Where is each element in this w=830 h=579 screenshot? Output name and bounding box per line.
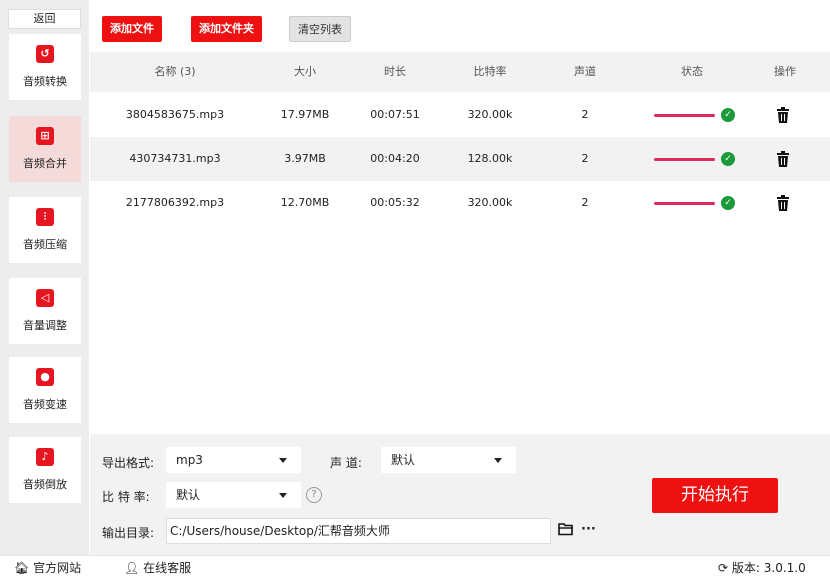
file-size: 3.97MB bbox=[284, 152, 326, 165]
chevron-down-icon bbox=[494, 458, 502, 463]
volume-icon: ◁ bbox=[36, 289, 54, 307]
file-name: 430734731.mp3 bbox=[129, 152, 221, 165]
table-row[interactable]: 430734731.mp3 3.97MB 00:04:20 128.00k 2 … bbox=[90, 137, 830, 181]
file-duration: 00:05:32 bbox=[370, 196, 420, 209]
add-file-button[interactable]: 添加文件 bbox=[102, 16, 162, 42]
sidebar-item-label: 音量调整 bbox=[23, 319, 67, 332]
version-label: 版本: 3.0.1.0 bbox=[731, 561, 806, 575]
file-channels: 2 bbox=[581, 196, 589, 209]
file-duration: 00:07:51 bbox=[370, 108, 420, 121]
sidebar-item-label: 音频转换 bbox=[23, 75, 67, 88]
channel-value: 默认 bbox=[391, 453, 416, 467]
file-channels: 2 bbox=[581, 108, 589, 121]
trash-icon[interactable] bbox=[776, 151, 790, 167]
chevron-down-icon bbox=[279, 458, 287, 463]
support-link[interactable]: 👤︎ 在线客服 bbox=[124, 559, 191, 576]
footer: 🏠︎ 官方网站 👤︎ 在线客服 ⟳ 版本: 3.0.1.0 bbox=[0, 555, 830, 579]
bitrate-label: 比 特 率: bbox=[102, 490, 150, 504]
audio-merge-icon: ⊞ bbox=[36, 127, 54, 145]
table-row[interactable]: 3804583675.mp3 17.97MB 00:07:51 320.00k … bbox=[90, 93, 830, 137]
sidebar-item-label: 音频压缩 bbox=[23, 238, 67, 251]
check-circle-icon: ✓ bbox=[721, 196, 735, 210]
file-name: 3804583675.mp3 bbox=[125, 108, 225, 121]
column-header-channels[interactable]: 声道 bbox=[560, 52, 610, 92]
column-header-name[interactable]: 名称 (3) bbox=[120, 52, 230, 92]
audio-convert-icon: ↺ bbox=[36, 45, 54, 63]
sidebar-item-audio-convert[interactable]: ↺ 音频转换 bbox=[9, 34, 81, 100]
more-icon[interactable]: ··· bbox=[581, 522, 596, 537]
trash-icon[interactable] bbox=[776, 195, 790, 211]
output-label: 输出目录: bbox=[102, 526, 155, 540]
file-channels: 2 bbox=[581, 152, 589, 165]
website-label: 官方网站 bbox=[33, 561, 82, 575]
sidebar-item-label: 音频变速 bbox=[23, 398, 67, 411]
check-circle-icon: ✓ bbox=[721, 152, 735, 166]
sidebar-item-label: 音频合并 bbox=[23, 157, 67, 170]
bitrate-value: 默认 bbox=[176, 488, 201, 502]
sidebar-item-audio-merge[interactable]: ⊞ 音频合并 bbox=[9, 116, 81, 182]
home-icon: 🏠︎ bbox=[14, 561, 30, 575]
clear-list-button[interactable]: 清空列表 bbox=[289, 16, 351, 42]
progress-bar bbox=[654, 114, 715, 117]
back-button[interactable]: 返回 bbox=[8, 9, 81, 29]
audio-compress-icon: ⫶ bbox=[36, 208, 54, 226]
format-label: 导出格式: bbox=[102, 456, 155, 470]
version-info: ⟳ 版本: 3.0.1.0 bbox=[718, 559, 806, 576]
file-bitrate: 320.00k bbox=[467, 196, 513, 209]
file-size: 17.97MB bbox=[280, 108, 330, 121]
format-value: mp3 bbox=[176, 453, 203, 467]
refresh-icon: ⟳ bbox=[718, 561, 729, 575]
user-icon: 👤︎ bbox=[124, 561, 140, 575]
column-header-bitrate[interactable]: 比特率 bbox=[455, 52, 525, 92]
sidebar-item-audio-compress[interactable]: ⫶ 音频压缩 bbox=[9, 197, 81, 263]
progress-bar bbox=[654, 158, 715, 161]
column-header-size[interactable]: 大小 bbox=[270, 52, 340, 92]
sidebar-item-audio-reverse[interactable]: ♪ 音频倒放 bbox=[9, 437, 81, 503]
format-select[interactable]: mp3 bbox=[166, 447, 301, 473]
file-name: 2177806392.mp3 bbox=[125, 196, 225, 209]
help-icon[interactable]: ? bbox=[306, 487, 322, 503]
column-header-status: 状态 bbox=[681, 65, 703, 78]
website-link[interactable]: 🏠︎ 官方网站 bbox=[14, 559, 81, 576]
file-size: 12.70MB bbox=[280, 196, 330, 209]
column-header-actions: 操作 bbox=[774, 65, 796, 78]
support-label: 在线客服 bbox=[143, 561, 192, 575]
microphone-icon: ● bbox=[36, 368, 54, 386]
table-row[interactable]: 2177806392.mp3 12.70MB 00:05:32 320.00k … bbox=[90, 181, 830, 225]
sidebar: 返回 ↺ 音频转换 ⊞ 音频合并 ⫶ 音频压缩 ◁ 音量调整 ● 音频变速 ♪ … bbox=[0, 0, 89, 555]
table-header: 名称 (3) 大小 时长 比特率 声道 状态 操作 bbox=[90, 52, 830, 92]
bitrate-select[interactable]: 默认 bbox=[166, 482, 301, 508]
chevron-down-icon bbox=[279, 493, 287, 498]
channel-label: 声 道: bbox=[330, 456, 362, 470]
channel-select[interactable]: 默认 bbox=[381, 447, 516, 473]
start-button[interactable]: 开始执行 bbox=[652, 478, 778, 513]
file-duration: 00:04:20 bbox=[370, 152, 420, 165]
sidebar-item-volume[interactable]: ◁ 音量调整 bbox=[9, 278, 81, 344]
folder-icon[interactable] bbox=[558, 522, 574, 536]
check-circle-icon: ✓ bbox=[721, 108, 735, 122]
column-header-duration[interactable]: 时长 bbox=[360, 52, 430, 92]
settings-panel: 导出格式: mp3 声 道: 默认 比 特 率: 默认 ? 开始执行 输出目录:… bbox=[90, 434, 830, 555]
sidebar-item-audio-speed[interactable]: ● 音频变速 bbox=[9, 357, 81, 423]
file-bitrate: 320.00k bbox=[467, 108, 513, 121]
add-folder-button[interactable]: 添加文件夹 bbox=[191, 16, 262, 42]
file-bitrate: 128.00k bbox=[467, 152, 513, 165]
sidebar-item-label: 音频倒放 bbox=[23, 478, 67, 491]
music-note-icon: ♪ bbox=[36, 448, 54, 466]
progress-bar bbox=[654, 202, 715, 205]
trash-icon[interactable] bbox=[776, 107, 790, 123]
output-path-field[interactable]: C:/Users/house/Desktop/汇帮音频大师 bbox=[166, 518, 551, 544]
